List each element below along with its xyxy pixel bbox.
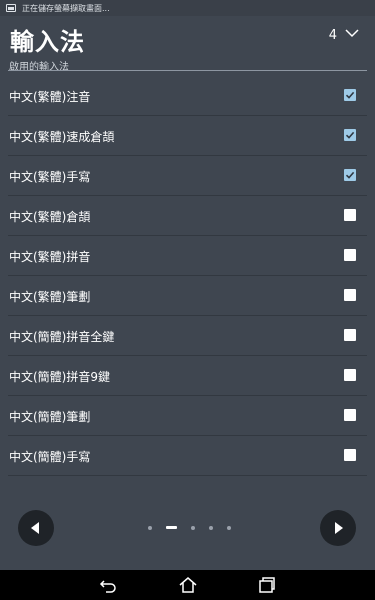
screenshot-notification-icon xyxy=(6,4,16,12)
screen: 正在儲存螢幕擷取畫面... 輸入法 4 啟用的輸入法 中文(繁體)注音 中文(繁… xyxy=(0,0,375,600)
input-method-checkbox[interactable] xyxy=(344,369,356,381)
pager-footer xyxy=(0,498,375,558)
input-method-checkbox[interactable] xyxy=(344,169,356,181)
input-method-label: 中文(繁體)筆劃 xyxy=(9,290,91,304)
input-method-checkbox[interactable] xyxy=(344,209,356,221)
checkmark-icon xyxy=(345,131,355,139)
header: 輸入法 4 xyxy=(0,18,375,56)
system-navigation-bar xyxy=(0,570,375,600)
input-method-row[interactable]: 中文(簡體)拼音9鍵 xyxy=(8,356,367,396)
input-method-row[interactable]: 中文(繁體)速成倉頡 xyxy=(8,116,367,156)
input-method-row[interactable]: 中文(繁體)倉頡 xyxy=(8,196,367,236)
input-method-checkbox[interactable] xyxy=(344,449,356,461)
status-notification-text: 正在儲存螢幕擷取畫面... xyxy=(22,3,110,13)
input-method-label: 中文(簡體)手寫 xyxy=(9,450,91,464)
input-method-checkbox[interactable] xyxy=(344,249,356,261)
input-method-checkbox[interactable] xyxy=(344,329,356,341)
section-divider xyxy=(8,70,367,71)
input-method-row[interactable]: 中文(繁體)手寫 xyxy=(8,156,367,196)
input-method-checkbox[interactable] xyxy=(344,89,356,101)
input-method-label: 中文(繁體)倉頡 xyxy=(9,210,91,224)
input-method-row[interactable]: 中文(簡體)筆劃 xyxy=(8,396,367,436)
page-dot xyxy=(148,526,152,530)
page-indicator xyxy=(148,525,231,531)
checkmark-icon xyxy=(345,171,355,179)
input-method-row[interactable]: 中文(簡體)拼音全鍵 xyxy=(8,316,367,356)
home-icon[interactable] xyxy=(178,575,198,595)
input-method-label: 中文(繁體)手寫 xyxy=(9,170,91,184)
input-method-row[interactable]: 中文(繁體)注音 xyxy=(8,76,367,116)
page-dot-active xyxy=(166,526,177,529)
recents-icon[interactable] xyxy=(257,575,277,595)
input-method-list: 中文(繁體)注音 中文(繁體)速成倉頡 中文(繁體)手寫 中文(繁體)倉頡 中文… xyxy=(8,76,367,476)
input-method-row[interactable]: 中文(繁體)筆劃 xyxy=(8,276,367,316)
arrow-right-icon xyxy=(335,522,343,534)
input-method-label: 中文(繁體)注音 xyxy=(9,90,91,104)
input-method-label: 中文(簡體)拼音全鍵 xyxy=(9,330,115,344)
back-icon[interactable] xyxy=(98,575,118,595)
input-method-row[interactable]: 中文(簡體)手寫 xyxy=(8,436,367,476)
input-method-label: 中文(繁體)拼音 xyxy=(9,250,91,264)
input-method-checkbox[interactable] xyxy=(344,129,356,141)
input-method-label: 中文(簡體)筆劃 xyxy=(9,410,91,424)
page-dot xyxy=(209,526,213,530)
page-count: 4 xyxy=(328,28,337,43)
page-dot xyxy=(227,526,231,530)
page-dot xyxy=(191,526,195,530)
chevron-down-icon[interactable] xyxy=(344,25,360,41)
previous-page-button[interactable] xyxy=(18,510,54,546)
input-method-checkbox[interactable] xyxy=(344,409,356,421)
checkmark-icon xyxy=(345,91,355,99)
input-method-label: 中文(簡體)拼音9鍵 xyxy=(9,370,110,384)
input-method-label: 中文(繁體)速成倉頡 xyxy=(9,130,115,144)
status-bar: 正在儲存螢幕擷取畫面... xyxy=(0,0,375,16)
next-page-button[interactable] xyxy=(320,510,356,546)
page-title: 輸入法 xyxy=(10,28,85,56)
input-method-row[interactable]: 中文(繁體)拼音 xyxy=(8,236,367,276)
arrow-left-icon xyxy=(31,522,39,534)
input-method-checkbox[interactable] xyxy=(344,289,356,301)
